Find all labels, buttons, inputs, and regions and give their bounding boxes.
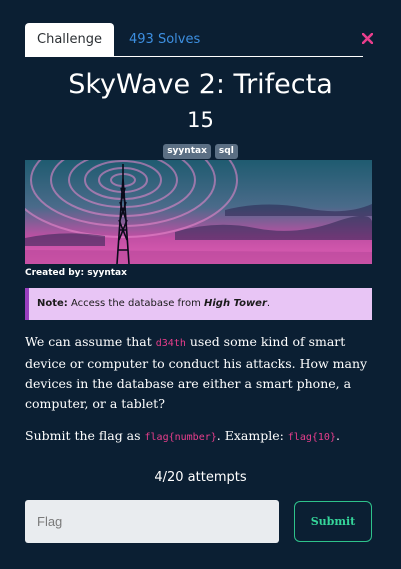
desc-code: d34th — [155, 338, 186, 349]
tab-bar: Challenge 493 Solves — [25, 22, 363, 57]
tag-list: syyntax sql — [0, 144, 401, 159]
created-by: Created by: syyntax — [25, 268, 127, 278]
note-place: High Tower — [203, 298, 267, 309]
tab-solves[interactable]: 493 Solves — [129, 23, 200, 56]
note-end: . — [266, 298, 271, 309]
radio-tower-image — [25, 160, 372, 264]
attempts-counter: 4/20 attempts — [154, 470, 247, 485]
challenge-modal: Challenge 493 Solves SkyWave 2: Trifecta… — [0, 0, 401, 569]
submit-button[interactable]: Submit — [294, 501, 372, 542]
challenge-banner-image — [25, 160, 372, 264]
challenge-points: 15 — [187, 108, 214, 132]
flag-format-text: Submit the flag as flag{number}. Example… — [25, 426, 375, 448]
close-icon[interactable] — [362, 33, 373, 44]
flag-format-code: flag{number} — [144, 432, 217, 443]
flag-text-3: . — [335, 428, 340, 443]
flag-text-1: Submit the flag as — [25, 428, 145, 443]
flag-input[interactable] — [25, 500, 279, 543]
challenge-title: SkyWave 2: Trifecta — [68, 69, 333, 100]
note-label: Note: — [37, 298, 68, 309]
note-box: Note: Access the database from High Towe… — [25, 288, 372, 320]
tag-syyntax: syyntax — [163, 144, 211, 159]
desc-text-1: We can assume that — [25, 334, 156, 349]
note-text: Access the database from — [67, 298, 204, 309]
challenge-description: We can assume that d34th used some kind … — [25, 332, 375, 414]
flag-text-2: . Example: — [216, 428, 288, 443]
tag-sql: sql — [214, 144, 238, 159]
flag-example-code: flag{10} — [287, 432, 336, 443]
tab-challenge[interactable]: Challenge — [25, 23, 114, 56]
